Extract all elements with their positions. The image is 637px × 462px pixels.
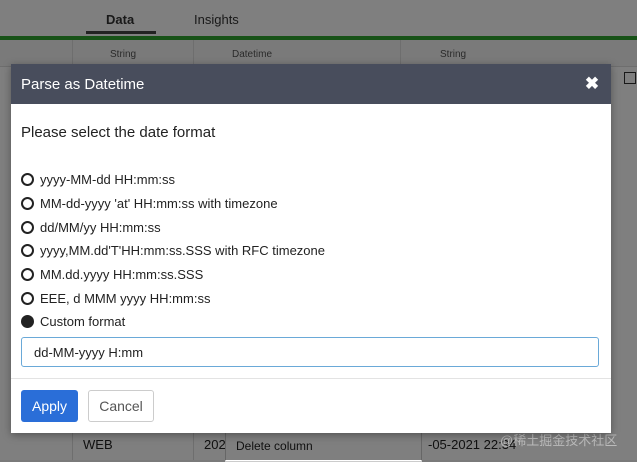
- radio-checked-icon[interactable]: [21, 315, 34, 329]
- format-option-label: Custom format: [40, 314, 126, 330]
- format-option-label: EEE, d MMM yyyy HH:mm:ss: [40, 290, 211, 306]
- radio-icon[interactable]: [21, 268, 34, 282]
- radio-icon[interactable]: [21, 244, 34, 258]
- format-option[interactable]: MM-dd-yyyy 'at' HH:mm:ss with timezone: [21, 192, 325, 216]
- radio-icon[interactable]: [21, 197, 34, 211]
- format-option[interactable]: EEE, d MMM yyyy HH:mm:ss: [21, 286, 325, 310]
- format-option-label: yyyy,MM.dd'T'HH:mm:ss.SSS with RFC timez…: [40, 243, 325, 259]
- radio-icon[interactable]: [21, 173, 34, 187]
- dialog-title: Parse as Datetime: [21, 76, 145, 93]
- radio-icon[interactable]: [21, 291, 34, 305]
- cancel-button[interactable]: Cancel: [88, 390, 154, 422]
- format-option-label: MM-dd-yyyy 'at' HH:mm:ss with timezone: [40, 196, 278, 212]
- custom-format-input[interactable]: [21, 337, 599, 367]
- format-option[interactable]: yyyy,MM.dd'T'HH:mm:ss.SSS with RFC timez…: [21, 239, 325, 263]
- close-icon[interactable]: ✖: [583, 74, 601, 94]
- format-option[interactable]: dd/MM/yy HH:mm:ss: [21, 215, 325, 239]
- dialog-header: Parse as Datetime ✖: [11, 64, 611, 104]
- format-option-label: yyyy-MM-dd HH:mm:ss: [40, 172, 176, 188]
- apply-button[interactable]: Apply: [21, 390, 78, 422]
- parse-datetime-dialog: Parse as Datetime ✖ Please select the da…: [11, 64, 611, 433]
- date-format-options: yyyy-MM-dd HH:mm:ss MM-dd-yyyy 'at' HH:m…: [21, 168, 325, 334]
- format-option-label: MM.dd.yyyy HH:mm:ss.SSS: [40, 267, 204, 283]
- dialog-prompt: Please select the date format: [21, 124, 216, 141]
- footer-divider: [11, 378, 611, 379]
- format-option[interactable]: yyyy-MM-dd HH:mm:ss: [21, 168, 325, 192]
- format-option-label: dd/MM/yy HH:mm:ss: [40, 219, 161, 235]
- format-option[interactable]: MM.dd.yyyy HH:mm:ss.SSS: [21, 263, 325, 287]
- format-option-custom[interactable]: Custom format: [21, 310, 325, 334]
- radio-icon[interactable]: [21, 220, 34, 234]
